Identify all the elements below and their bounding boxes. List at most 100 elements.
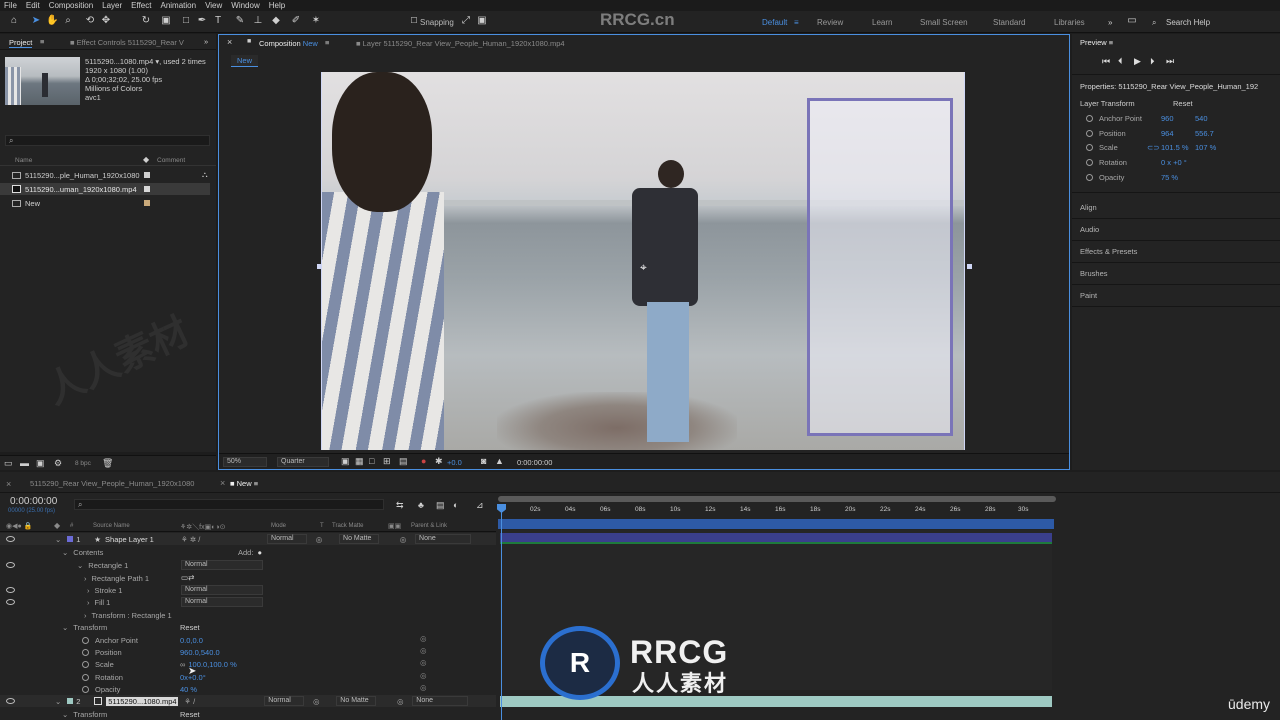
frame-blending-icon[interactable]: ▤ [436, 500, 445, 511]
new-folder-icon[interactable]: ▬ [20, 458, 29, 468]
tab-footage-comp[interactable]: 5115290_Rear View_People_Human_1920x1080 [30, 479, 194, 488]
shy-icon[interactable]: ♣ [418, 500, 424, 510]
graph-editor-icon[interactable]: ⊿ [476, 500, 484, 511]
path-type-icon[interactable]: ▭⇄ [181, 573, 194, 582]
parent-pickwhip-icon[interactable]: ◎ [391, 535, 415, 544]
column-parent[interactable]: Parent & Link [411, 523, 447, 529]
rectangle-mode-select[interactable]: Normal [181, 560, 263, 570]
more-workspaces-icon[interactable]: » [1108, 18, 1112, 27]
layer-row-1[interactable]: ⌄ 1 ★ Shape Layer 1 ⚘ ✲ / Normal ◎ No Ma… [0, 533, 496, 545]
column-name[interactable]: Name [15, 157, 32, 164]
blend-mode-select[interactable]: Normal [264, 696, 305, 706]
workspace-menu-icon[interactable]: ≡ [794, 18, 799, 27]
close-icon[interactable]: × [220, 478, 225, 488]
column-mode[interactable]: Mode [271, 523, 286, 529]
viewer-menu-icon[interactable]: ≡ [325, 38, 329, 47]
panel-paint[interactable]: Paint [1080, 291, 1097, 300]
camera-tool-icon[interactable]: ▣ [160, 15, 172, 27]
3d-view-icon[interactable]: ▤ [399, 456, 408, 467]
color-channel-icon[interactable]: ● [421, 456, 426, 466]
contents-group[interactable]: ⌄ Contents [62, 546, 103, 558]
label-swatch[interactable] [144, 186, 150, 192]
visibility-eye-icon[interactable] [6, 698, 15, 704]
blend-mode-select[interactable]: Normal [267, 534, 308, 544]
rectangle-tool-icon[interactable]: □ [180, 15, 192, 27]
stopwatch-icon[interactable] [1086, 129, 1093, 137]
transparency-grid-icon[interactable]: ▦ [355, 456, 364, 467]
show-snapshot-icon[interactable]: ▲ [495, 456, 504, 466]
project-item-selected[interactable]: 5115290...uman_1920x1080.mp4 [0, 183, 210, 195]
menu-animation[interactable]: Animation [160, 1, 196, 10]
layer-switches[interactable]: ⚘ ✲ / [181, 535, 267, 544]
new-comp-icon[interactable]: ▣ [36, 458, 45, 469]
column-source-name[interactable]: Source Name [93, 523, 130, 529]
track-matte-select[interactable]: No Matte [339, 534, 380, 544]
prop-value[interactable]: 40 % [180, 685, 197, 694]
workspace-default[interactable]: Default [762, 18, 787, 27]
tab-effect-controls[interactable]: ■ Effect Controls 5115290_Rear V [70, 38, 184, 47]
stopwatch-icon[interactable] [1086, 158, 1093, 166]
workspace-small-screen[interactable]: Small Screen [920, 18, 968, 27]
column-t[interactable]: T [320, 523, 324, 529]
next-frame-icon[interactable]: ⏵ [1150, 56, 1155, 67]
label-column-icon[interactable]: ◆ [143, 155, 149, 164]
label-swatch[interactable] [144, 200, 150, 206]
visibility-eye-icon[interactable] [6, 562, 15, 568]
more-tabs-icon[interactable]: » [204, 37, 208, 46]
resolution-select[interactable]: Quarter [277, 457, 329, 467]
menu-help[interactable]: Help [269, 1, 285, 10]
current-time-display[interactable]: 0:00:00:00 [517, 458, 552, 467]
transform-reset[interactable]: Reset [180, 623, 200, 632]
work-area-bar[interactable] [498, 496, 1056, 502]
rectangle-path-row[interactable]: › Rectangle Path 1 [84, 572, 149, 584]
sync-icon[interactable]: ▭ [1126, 15, 1138, 27]
label-swatch[interactable] [144, 172, 150, 178]
rotate-tool-icon[interactable]: ↻ [140, 15, 152, 27]
orbit-tool-icon[interactable]: ⟲ [84, 15, 96, 27]
transform-group[interactable]: ⌄ Transform [62, 621, 107, 633]
stopwatch-icon[interactable] [82, 636, 89, 644]
layer-1-bar[interactable] [500, 533, 1052, 544]
comp-flowchart-icon[interactable]: ⇆ [396, 500, 404, 511]
visibility-eye-icon[interactable] [6, 599, 15, 605]
prop-value-y[interactable]: 556.7 [1195, 129, 1214, 138]
timeline-search-input[interactable]: ⌕ [74, 499, 384, 510]
project-menu-icon[interactable]: ≡ [40, 37, 44, 46]
lock-icon[interactable]: ■ [247, 38, 251, 45]
layer-name[interactable]: 5115290...1080.mp4 [106, 696, 179, 706]
expand-arrow-icon[interactable]: ⌄ [62, 623, 68, 632]
visibility-eye-icon[interactable] [6, 587, 15, 593]
close-icon[interactable]: × [227, 37, 232, 47]
prop-value[interactable]: 0.0,0.0 [180, 636, 203, 645]
prop-value-x[interactable]: 101.5 % [1161, 143, 1195, 152]
clone-stamp-icon[interactable]: ⊥ [252, 15, 264, 27]
stopwatch-icon[interactable] [82, 685, 89, 693]
add-icon[interactable]: ● [257, 548, 262, 557]
search-help-input[interactable]: Search Help [1166, 18, 1210, 27]
workspace-review[interactable]: Review [817, 18, 843, 27]
flowchart-icon[interactable]: ⛬ [202, 170, 208, 180]
snap-icon[interactable]: ⤢ [460, 15, 472, 27]
close-icon[interactable]: × [6, 479, 11, 489]
panel-effects-presets[interactable]: Effects & Presets [1080, 247, 1137, 256]
stopwatch-icon[interactable] [1086, 114, 1093, 122]
home-icon[interactable]: ⌂ [8, 15, 20, 27]
anchor-point-icon[interactable]: ⌖ [640, 260, 647, 275]
expression-pickwhip-icon[interactable]: ◎ [420, 634, 427, 643]
selection-tool-icon[interactable]: ➤ [30, 15, 42, 27]
menu-file[interactable]: File [4, 1, 17, 10]
playhead[interactable] [501, 508, 502, 720]
label-color[interactable] [67, 698, 74, 704]
panel-align[interactable]: Align [1080, 203, 1097, 212]
stopwatch-icon[interactable] [1086, 143, 1093, 151]
layer-name[interactable]: Shape Layer 1 [105, 535, 181, 544]
pen-tool-icon[interactable]: ✒ [196, 15, 208, 27]
stopwatch-icon[interactable] [1086, 173, 1093, 181]
brush-tool-icon[interactable]: ✎ [234, 15, 246, 27]
zoom-tool-icon[interactable]: ⌕ [62, 15, 74, 27]
pan-tool-icon[interactable]: ✥ [100, 15, 112, 27]
first-frame-icon[interactable]: ⏮ [1102, 56, 1110, 67]
prop-value[interactable]: 960.0,540.0 [180, 648, 220, 657]
label-color[interactable] [67, 536, 74, 542]
transform-reset[interactable]: Reset [180, 710, 200, 719]
